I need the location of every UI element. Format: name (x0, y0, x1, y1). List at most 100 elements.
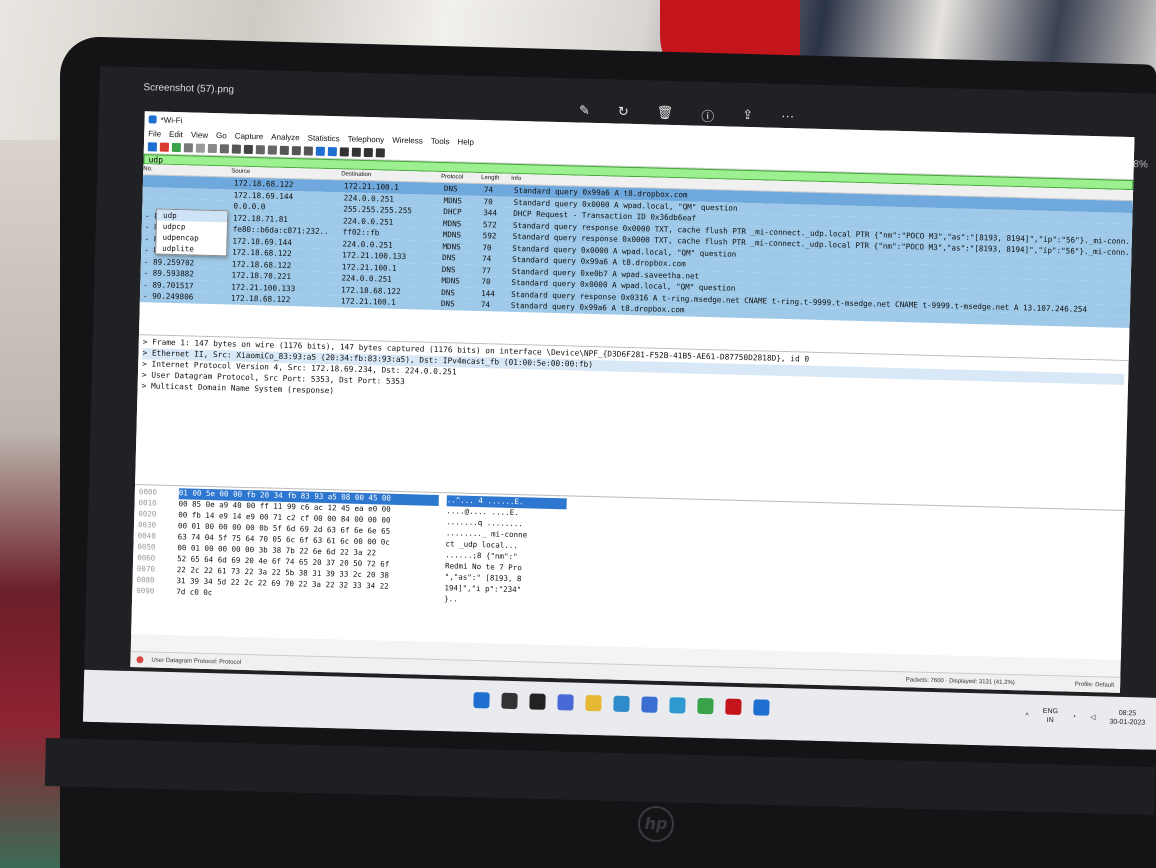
mcafee-icon[interactable] (725, 698, 742, 716)
byte-line: 0090 (136, 586, 155, 596)
menu-go[interactable]: Go (216, 131, 227, 140)
packet-details: > Frame 1: 147 bytes on wire (1176 bits)… (135, 334, 1129, 510)
resize-columns-icon[interactable] (375, 148, 385, 158)
cell-protocol: MDNS (443, 195, 463, 206)
store-icon[interactable] (641, 696, 658, 713)
expert-info-icon[interactable] (136, 656, 144, 664)
task-view-icon[interactable] (529, 693, 546, 710)
photo-viewer-screen: Screenshot (57).png ✎ ↻ 🗑 ⓘ ⇪ ··· ⤢ 🔍 88… (82, 66, 1156, 751)
byte-line: 0010 (138, 498, 157, 508)
byte-line: 0080 (136, 575, 155, 585)
menu-file[interactable]: File (148, 129, 161, 138)
open-file-icon[interactable] (195, 143, 206, 153)
edge-icon[interactable] (613, 695, 630, 713)
rotate-icon[interactable]: ↻ (618, 104, 629, 123)
menu-help[interactable]: Help (457, 137, 474, 146)
cell-no (143, 192, 231, 194)
last-packet-icon[interactable] (303, 146, 313, 156)
stop-capture-icon[interactable] (159, 142, 170, 152)
menu-view[interactable]: View (191, 130, 208, 139)
status-text: User Datagram Protocol: Protocol (151, 657, 242, 666)
byte-line: 0060 (137, 553, 156, 563)
col-protocol[interactable]: Protocol (441, 174, 481, 181)
profile[interactable]: Profile: Default (1075, 681, 1115, 688)
volume-icon[interactable]: ◁ (1090, 713, 1096, 721)
cell-length: 572 (482, 219, 497, 230)
byte-line: 0020 (138, 509, 157, 519)
byte-line: 0050 (137, 542, 156, 552)
cell-protocol: DNS (441, 253, 456, 263)
go-forward-icon[interactable] (267, 145, 277, 155)
autocomplete-item[interactable]: udplite (156, 243, 226, 256)
byte-line: 0040 (137, 531, 156, 541)
normal-size-icon[interactable] (363, 147, 373, 158)
menu-telephony[interactable]: Telephony (348, 135, 385, 145)
info-icon[interactable]: ⓘ (701, 106, 715, 125)
wireshark-logo-icon (148, 115, 157, 124)
chat-icon[interactable] (557, 694, 574, 711)
menu-capture[interactable]: Capture (235, 132, 264, 142)
search-icon[interactable] (501, 692, 518, 710)
start-capture-icon[interactable] (147, 142, 158, 152)
photos-icon[interactable] (669, 697, 686, 714)
cell-length: 70 (482, 242, 492, 253)
col-no[interactable]: No. (143, 166, 231, 174)
byte-ascii[interactable]: ..^... 4 ......E. ....@.... ....E........… (443, 495, 567, 643)
hp-logo: hp (638, 806, 674, 842)
cell-length: 74 (483, 185, 494, 195)
cell-no: - 90.249806 (142, 291, 194, 302)
cell-protocol: DNS (440, 299, 455, 309)
chevron-up-icon[interactable]: ^ (1025, 712, 1028, 719)
zoom-in-icon[interactable] (339, 147, 349, 157)
cell-protocol: MDNS (442, 241, 461, 252)
chrome-icon[interactable] (697, 697, 714, 715)
autoscroll-icon[interactable] (315, 146, 325, 156)
edit-icon[interactable]: ✎ (579, 103, 590, 122)
cell-source: 172.18.68.122 (230, 293, 291, 305)
first-packet-icon[interactable] (291, 146, 301, 156)
cell-length: 344 (483, 208, 498, 218)
wifi-icon[interactable]: ◔ (1072, 713, 1076, 720)
cell-length: 77 (481, 265, 492, 276)
wireshark-icon[interactable] (753, 699, 770, 716)
save-file-icon[interactable] (207, 143, 217, 154)
photo-viewer-title: Screenshot (57).png (143, 81, 235, 96)
packet-list: No. Source Destination Protocol Length I… (138, 164, 1134, 361)
go-back-icon[interactable] (255, 145, 265, 155)
col-source[interactable]: Source (231, 168, 341, 177)
reload-icon[interactable] (231, 144, 241, 154)
col-length[interactable]: Length (481, 175, 511, 182)
menu-edit[interactable]: Edit (169, 130, 183, 139)
start-icon[interactable] (473, 691, 490, 709)
packet-count: Packets: 7600 · Displayed: 3131 (41.2%) (905, 676, 1015, 686)
cell-protocol: DHCP (443, 207, 462, 217)
share-icon[interactable]: ⇪ (742, 107, 753, 126)
cell-length: 592 (482, 231, 497, 241)
cell-protocol: MDNS (442, 218, 462, 229)
delete-icon[interactable]: 🗑 (656, 105, 674, 124)
language[interactable]: ENG (1043, 707, 1058, 716)
menu-statistics[interactable]: Statistics (308, 133, 340, 143)
menu-tools[interactable]: Tools (431, 137, 450, 146)
filter-autocomplete: udp udpcp udpencap udplite (155, 208, 229, 257)
menu-analyze[interactable]: Analyze (271, 133, 300, 143)
file-explorer-icon[interactable] (585, 694, 602, 712)
wireshark-window: *Wi-Fi File Edit View Go Capture Analyze… (130, 111, 1135, 693)
cell-protocol: DNS (441, 264, 456, 275)
find-packet-icon[interactable] (243, 144, 253, 155)
date: 30-01-2023 (1109, 718, 1146, 727)
options-icon[interactable] (183, 143, 194, 153)
close-file-icon[interactable] (219, 144, 229, 154)
byte-hex[interactable]: 01 00 5e 00 00 fb 20 34 fb 83 93 a5 08 0… (175, 488, 439, 640)
zoom-out-icon[interactable] (351, 147, 361, 157)
go-to-packet-icon[interactable] (279, 145, 289, 155)
col-destination[interactable]: Destination (341, 171, 441, 180)
clock[interactable]: 08:25 30-01-2023 (1109, 709, 1145, 728)
packet-bytes: 0000 0010 0020 0030 0040 0050 0060 0070 0080 0090… (131, 484, 1125, 660)
colorize-icon[interactable] (327, 146, 337, 157)
byte-offsets: 0000 0010 0020 0030 0040 0050 0060 0070 0080 0090 (135, 487, 171, 633)
restart-capture-icon[interactable] (171, 142, 182, 153)
byte-line: 0030 (137, 520, 157, 530)
more-icon[interactable]: ··· (781, 108, 794, 127)
menu-wireless[interactable]: Wireless (392, 136, 423, 146)
